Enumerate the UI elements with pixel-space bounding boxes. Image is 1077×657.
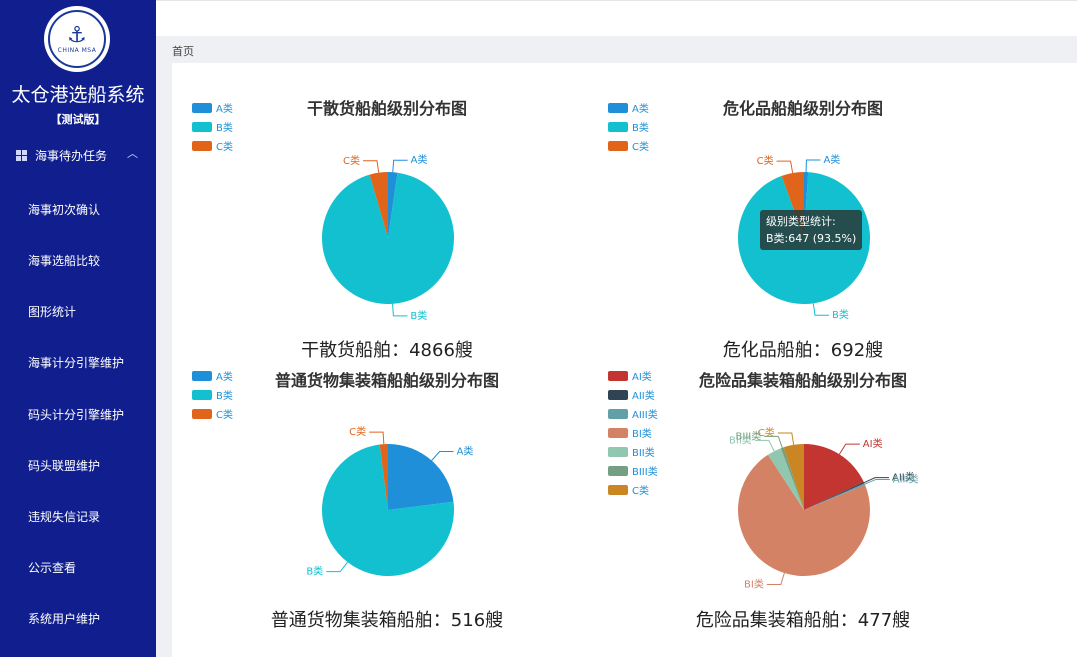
pie-chart-svg: A类 B类 C类	[306, 425, 474, 578]
app-title: 太仓港选船系统	[11, 84, 145, 106]
chart-caption: 危化品船舶：692艘	[722, 340, 884, 361]
tooltip-body: B类:647 (93.5%)	[766, 232, 857, 245]
menu-item-ship-compare[interactable]: 海事选船比较	[0, 242, 156, 278]
pie-slice-label: B类	[832, 308, 849, 321]
chart-panel-dangerous-container: AI类 AII类 AIII类 BI类 BII类 BIII类 C类 危险品集装箱船…	[588, 363, 1008, 653]
pie-chart-svg: A类 B类 C类	[322, 153, 455, 322]
logo-emblem: ⚓ CHINA MSA	[48, 10, 106, 68]
menu-item-initial-confirm[interactable]: 海事初次确认	[0, 191, 156, 227]
pie-slice-label: A类	[411, 153, 428, 166]
pie-label-line	[431, 450, 454, 461]
menu-item-terminal-alliance[interactable]: 码头联盟维护	[0, 447, 156, 483]
anchor-icon: ⚓	[67, 22, 87, 48]
menu-item-msa-scoring[interactable]: 海事计分引擎维护	[0, 344, 156, 380]
pie-label-line	[863, 477, 889, 484]
pie-slice-label: C类	[757, 154, 774, 167]
pie-slice[interactable]	[388, 444, 454, 510]
pie-slice-label: C类	[343, 154, 360, 167]
app-edition: 【测试版】	[50, 113, 106, 126]
logo: ⚓ CHINA MSA	[44, 6, 110, 72]
pie-label-line	[805, 159, 821, 173]
chart-panel-general-container: A类 B类 C类 普通货物集装箱船舶级别分布图 A类 B类 C类 普通货物集装箱船舶…	[172, 363, 592, 653]
breadcrumb[interactable]: 首页	[172, 43, 194, 59]
pie-slice-label: AIII类	[893, 472, 919, 485]
pie-label-line	[392, 159, 408, 173]
chart-caption: 普通货物集装箱船舶：516艘	[270, 610, 504, 631]
menu-group-maritime-tasks[interactable]: 海事待办任务 ︿	[0, 140, 156, 170]
tooltip-title: 级别类型统计:	[766, 215, 836, 228]
menu-item-user-admin[interactable]: 系统用户维护	[0, 600, 156, 636]
chevron-up-icon[interactable]: ︿	[127, 145, 138, 161]
menu-item-violation-records[interactable]: 违规失信记录	[0, 498, 156, 534]
pie-label-line	[363, 160, 380, 173]
menu-group-label: 海事待办任务	[35, 148, 108, 163]
chart-panel-dry-bulk: A类 B类 C类 干散货船舶级别分布图 A类 B类 C类 干散货船舶：4866艘	[172, 63, 592, 361]
pie-slice-label: A类	[457, 444, 474, 457]
pie-slice-label: C类	[349, 425, 366, 438]
grid-icon	[16, 149, 27, 161]
chart-caption: 干散货船舶：4866艘	[301, 340, 473, 361]
pie-slice-label: C类	[758, 426, 775, 439]
pie-chart-svg: A类 B类 C类	[738, 153, 871, 321]
pie-slice-label: B类	[410, 309, 427, 322]
dashboard-content: A类 B类 C类 干散货船舶级别分布图 A类 B类 C类 干散货船舶：4866艘 A…	[172, 63, 1077, 657]
pie-slice-label: B类	[306, 565, 323, 578]
logo-text: CHINA MSA	[57, 46, 97, 54]
pie-label-line	[326, 561, 348, 573]
sidebar: ⚓ CHINA MSA 太仓港选船系统 【测试版】 海事待办任务 ︿ 海事初次确…	[0, 0, 156, 657]
pie-slice-label: BI类	[744, 577, 764, 590]
pie-label-line	[369, 431, 385, 445]
pie-slice-label: AI类	[863, 437, 883, 450]
pie-slice-label: A类	[823, 153, 840, 166]
pie-label-line	[812, 303, 829, 316]
pie-label-line	[838, 443, 860, 455]
menu-item-public-notice[interactable]: 公示查看	[0, 549, 156, 585]
chart-caption: 危险品集装箱船舶：477艘	[695, 610, 911, 631]
pie-chart-svg: AI类AII类AIII类BI类BII类BIII类C类	[729, 426, 919, 591]
top-bar	[156, 0, 1077, 36]
pie-label-line	[392, 303, 408, 317]
menu-item-terminal-scoring[interactable]: 码头计分引擎维护	[0, 396, 156, 432]
pie-label-line	[766, 572, 785, 585]
chart-panel-hazardous-chem: A类 B类 C类 危化品船舶级别分布图 A类 B类 C类 级别类型统计: B类:64…	[588, 63, 1008, 361]
menu-item-chart-stats[interactable]: 图形统计	[0, 293, 156, 329]
pie-tooltip: 级别类型统计: B类:647 (93.5%)	[760, 210, 863, 250]
pie-label-line	[776, 160, 794, 174]
